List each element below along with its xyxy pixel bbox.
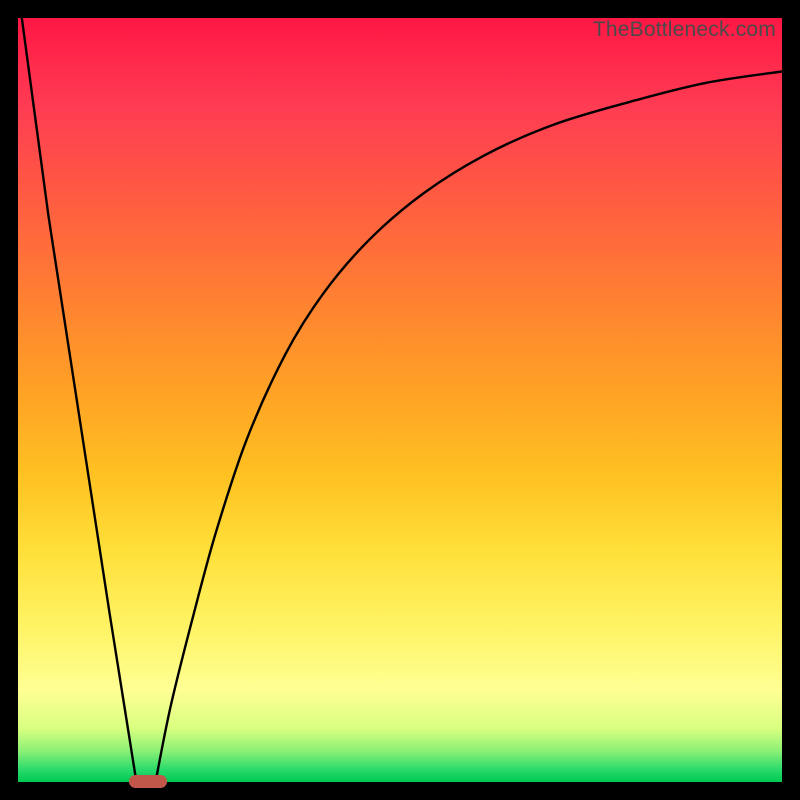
chart-frame: TheBottleneck.com bbox=[0, 0, 800, 800]
optimal-range-marker bbox=[129, 775, 167, 788]
curve-right-branch bbox=[156, 71, 782, 782]
plot-area: TheBottleneck.com bbox=[18, 18, 782, 782]
bottleneck-curve bbox=[18, 18, 782, 782]
curve-left-branch bbox=[22, 18, 137, 782]
